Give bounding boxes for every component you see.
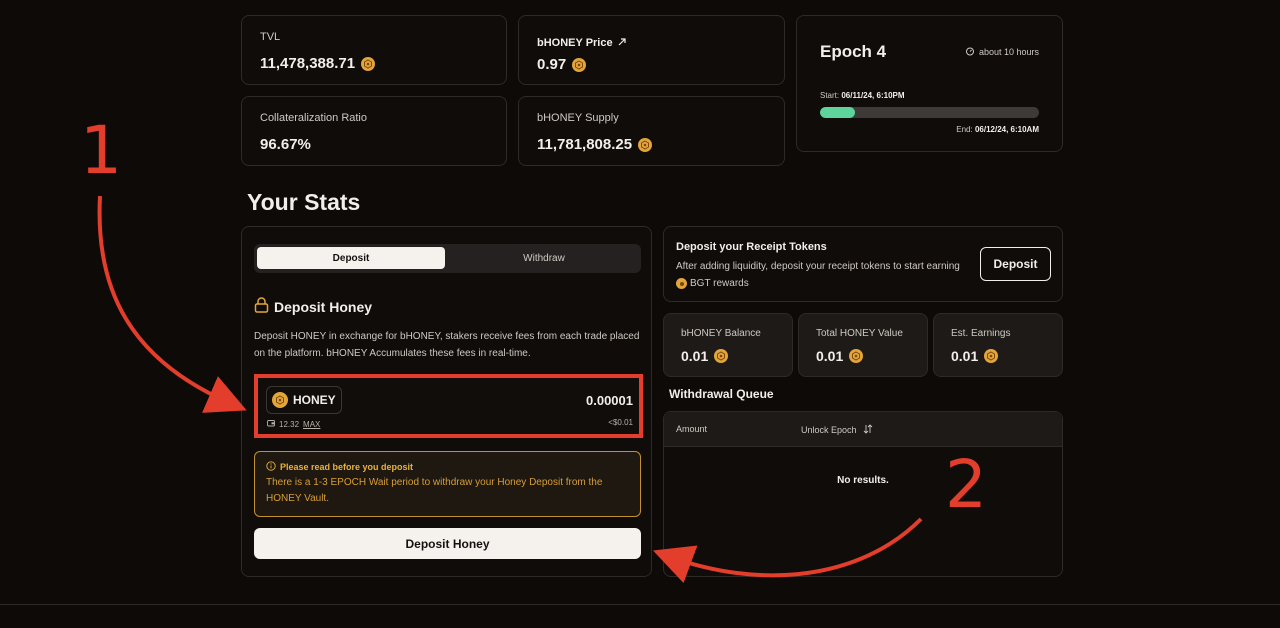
notice-head: Please read before you deposit xyxy=(266,461,413,473)
bhoney-supply-value: 11,781,808.25 xyxy=(537,136,633,153)
deposit-title: Deposit Honey xyxy=(274,298,373,315)
tvl-value-row: 11,478,388.71 xyxy=(260,55,376,72)
empty-state: No results. xyxy=(837,475,889,486)
col-unlock-epoch[interactable]: Unlock Epoch xyxy=(801,424,873,436)
epoch-eta-text: about 10 hours xyxy=(978,47,1039,57)
epoch-end: End: 06/12/24, 6:10AM xyxy=(956,125,1039,134)
bhoney-balance-label: bHONEY Balance xyxy=(681,328,761,339)
deposit-withdraw-tabs: Deposit Withdraw xyxy=(254,244,641,273)
wallet-balance-value: 12.32 xyxy=(279,419,300,429)
lock-icon xyxy=(254,297,269,316)
bhoney-supply-card: bHONEY Supply 11,781,808.25 xyxy=(518,96,785,166)
epoch-end-value: 06/12/24, 6:10AM xyxy=(974,125,1039,134)
timer-icon xyxy=(965,46,975,58)
sort-icon[interactable] xyxy=(863,424,873,436)
epoch-start-value: 06/11/24, 6:10PM xyxy=(841,91,905,100)
epoch-progress-fill xyxy=(820,107,856,118)
bhoney-price-value-row: 0.97 xyxy=(537,56,587,73)
deposit-notice: Please read before you deposit There is … xyxy=(254,451,641,517)
footer-divider xyxy=(0,604,1280,605)
annotation-number-2: 2 xyxy=(945,446,987,523)
est-earnings-row: 0.01 xyxy=(951,348,999,364)
deposit-honey-button[interactable]: Deposit Honey xyxy=(254,528,641,559)
deposit-amount-input[interactable]: 0.00001 xyxy=(586,393,633,408)
bhoney-supply-value-row: 11,781,808.25 xyxy=(537,136,653,153)
bhoney-balance-row: 0.01 xyxy=(681,348,729,364)
bgt-rewards: BGT rewards xyxy=(676,275,749,292)
receipt-deposit-button[interactable]: Deposit xyxy=(980,247,1051,281)
honey-coin-icon xyxy=(849,349,864,363)
honey-coin-icon xyxy=(638,137,653,152)
token-selector[interactable]: HONEY xyxy=(266,386,342,414)
deposit-description: Deposit HONEY in exchange for bHONEY, st… xyxy=(254,331,640,359)
col-amount: Amount xyxy=(676,424,708,434)
receipt-tokens-card: Deposit your Receipt Tokens After adding… xyxy=(663,226,1063,302)
bhoney-price-label-row[interactable]: bHONEY Price xyxy=(537,37,626,49)
receipt-description: After adding liquidity, deposit your rec… xyxy=(676,258,976,295)
honey-coin-icon xyxy=(361,56,376,71)
table-header: Amount Unlock Epoch xyxy=(664,412,1062,447)
epoch-start-label: Start: xyxy=(820,91,840,100)
section-title: Your Stats xyxy=(247,189,361,215)
honey-coin-icon xyxy=(272,392,288,408)
tvl-card: TVL 11,478,388.71 xyxy=(241,15,507,85)
honey-coin-icon xyxy=(572,57,587,72)
max-button[interactable]: MAX xyxy=(303,420,320,429)
bhoney-price-value: 0.97 xyxy=(537,56,567,73)
notice-title: Please read before you deposit xyxy=(280,462,414,472)
deposit-title-row: Deposit Honey xyxy=(254,297,372,316)
tvl-value: 11,478,388.71 xyxy=(260,55,356,72)
total-honey-value-card: Total HONEY Value 0.01 xyxy=(798,313,928,377)
external-link-icon xyxy=(618,37,626,49)
epoch-start: Start: 06/11/24, 6:10PM xyxy=(820,91,905,100)
col-unlock-epoch-label: Unlock Epoch xyxy=(801,425,857,435)
epoch-end-label: End: xyxy=(956,125,973,134)
est-earnings-label: Est. Earnings xyxy=(951,328,1011,339)
annotation-number-1: 1 xyxy=(80,112,122,189)
epoch-card: Epoch 4 about 10 hours Start: 06/11/24, … xyxy=(796,15,1063,152)
wallet-balance: 12.32 MAX xyxy=(267,419,320,429)
tvl-label: TVL xyxy=(260,31,281,43)
bhoney-balance-value: 0.01 xyxy=(681,348,709,364)
est-earnings-card: Est. Earnings 0.01 xyxy=(933,313,1063,377)
total-honey-label: Total HONEY Value xyxy=(816,328,903,339)
total-honey-row: 0.01 xyxy=(816,348,864,364)
collateralization-value: 96.67% xyxy=(260,136,311,153)
receipt-desc-text: After adding liquidity, deposit your rec… xyxy=(676,261,960,272)
deposit-panel: Deposit Withdraw Deposit Honey Deposit H… xyxy=(241,226,652,577)
epoch-title: Epoch 4 xyxy=(820,42,887,61)
usd-value: <$0.01 xyxy=(608,418,633,427)
annotation-arrow-1 xyxy=(97,195,247,413)
bgt-rewards-text: BGT rewards xyxy=(690,278,749,289)
tab-deposit[interactable]: Deposit xyxy=(257,247,445,269)
bhoney-price-card[interactable]: bHONEY Price 0.97 xyxy=(518,15,785,85)
info-icon xyxy=(266,461,276,473)
bhoney-supply-label: bHONEY Supply xyxy=(537,112,619,124)
collateralization-card: Collateralization Ratio 96.67% xyxy=(241,96,507,166)
receipt-title: Deposit your Receipt Tokens xyxy=(676,241,827,253)
est-earnings-value: 0.01 xyxy=(951,348,979,364)
wallet-icon xyxy=(267,419,275,429)
bgt-icon xyxy=(676,278,687,289)
total-honey-value: 0.01 xyxy=(816,348,844,364)
honey-coin-icon xyxy=(714,349,729,363)
token-name: HONEY xyxy=(293,393,336,407)
withdrawal-queue-title: Withdrawal Queue xyxy=(669,387,774,401)
collateralization-label: Collateralization Ratio xyxy=(260,112,367,124)
tab-withdraw[interactable]: Withdraw xyxy=(450,247,638,269)
bhoney-balance-card: bHONEY Balance 0.01 xyxy=(663,313,793,377)
epoch-progress-bar xyxy=(820,107,1039,118)
honey-coin-icon xyxy=(984,349,999,363)
deposit-amount-box[interactable]: HONEY 0.00001 12.32 MAX <$0.01 xyxy=(254,374,643,438)
bhoney-price-label: bHONEY Price xyxy=(537,37,613,49)
epoch-eta: about 10 hours xyxy=(965,46,1039,58)
notice-body: There is a 1-3 EPOCH Wait period to with… xyxy=(266,477,603,504)
withdrawal-queue-table: Amount Unlock Epoch No results. xyxy=(663,411,1063,577)
